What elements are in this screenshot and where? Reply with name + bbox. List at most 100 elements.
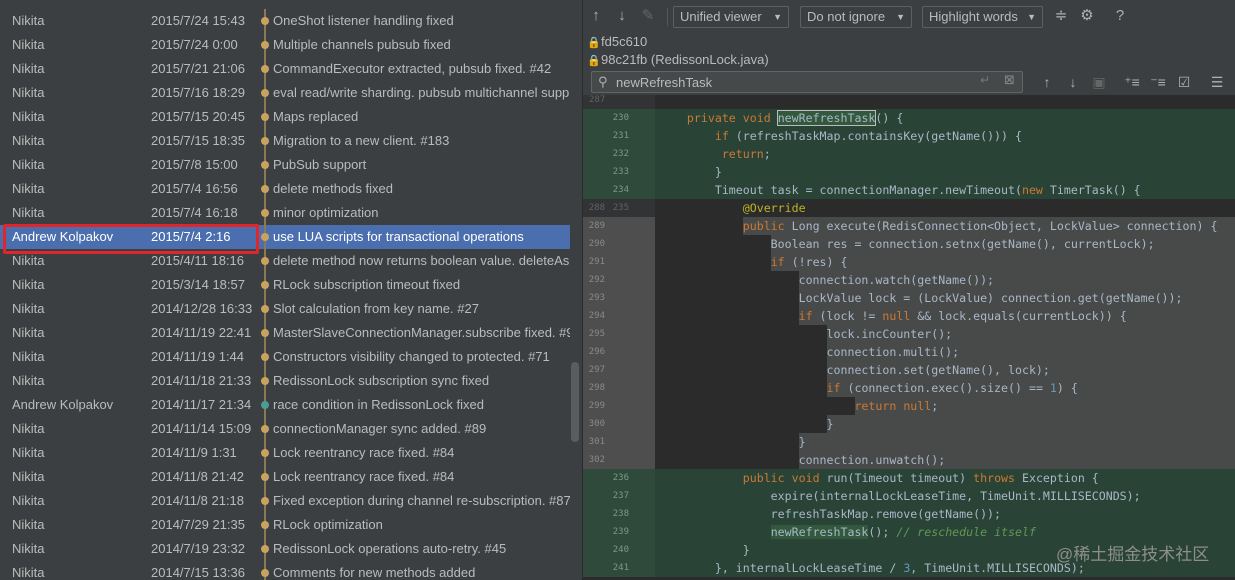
commit-row[interactable]: Nikita 2014/12/28 16:33 Slot calculation f… [0,297,570,321]
line-number-gutter: 236 [583,469,655,487]
code-line[interactable]: 297 connection.set(getName(), lock); [583,361,1235,379]
commit-date: 2014/11/19 1:44 [151,349,245,364]
commit-row[interactable]: Nikita 2015/4/11 18:16 delete method now r… [0,249,570,273]
commit-row[interactable]: Nikita 2014/11/19 22:41 MasterSlaveConnect… [0,321,570,345]
code-line[interactable]: 301 } [583,433,1235,451]
code-line[interactable]: 232 return; [583,145,1235,163]
commit-row[interactable]: Nikita 2015/7/24 0:00 Multiple channels pu… [0,33,570,57]
commit-row[interactable]: Nikita 2014/11/8 21:18 Fixed exception dur… [0,489,570,513]
gear-icon[interactable]: ⚙ [1078,7,1096,25]
code-line[interactable]: 299 return null; [583,397,1235,415]
code-line[interactable]: 233 } [583,163,1235,181]
commit-row[interactable]: Nikita 2014/11/18 21:33 RedissonLock subsc… [0,369,570,393]
code-text: public void run(Timeout timeout) throws … [742,471,1099,485]
edit-pencil-icon[interactable]: ✎ [639,7,657,25]
commit-row[interactable]: Nikita 2015/7/16 18:29 eval read/write sha… [0,81,570,105]
code-line[interactable]: 295 lock.incCounter(); [583,325,1235,343]
code-text: lock.incCounter(); [659,327,953,341]
file-revision-right-label: 98c21fb (RedissonLock.java) [601,52,769,67]
file-revision-right[interactable]: 🔒98c21fb (RedissonLock.java) [587,51,769,69]
code-line[interactable]: 293 LockValue lock = (LockValue) connect… [583,289,1235,307]
commit-row[interactable]: Nikita 2014/7/19 23:32 RedissonLock operat… [0,537,570,561]
watermark: @稀土掘金技术社区 [1056,545,1210,564]
commit-author: Nikita [12,445,45,460]
commit-row[interactable]: Nikita 2015/3/14 18:57 RLock subscription … [0,273,570,297]
arrow-up-icon[interactable]: ↑ [587,7,605,25]
help-icon[interactable]: ? [1111,7,1129,25]
search-box[interactable]: ⚲ ↵ ⊠ [591,71,1023,93]
code-line[interactable]: 236 public void run(Timeout timeout) thr… [583,469,1235,487]
code-line[interactable]: 302 connection.unwatch(); [583,451,1235,469]
code-line[interactable]: 298 if (connection.exec().size() == 1) { [583,379,1235,397]
filter-settings-icon[interactable]: ☰ [1208,73,1226,91]
diff-editor[interactable]: 287 230 private void newRefreshTask() {2… [583,95,1235,580]
code-text: connection.set(getName(), lock); [659,363,1050,377]
file-revision-left[interactable]: 🔒fd5c610 [587,33,647,51]
code-line[interactable]: 300 } [583,415,1235,433]
select-all-occurrences-icon[interactable]: ▣ [1090,73,1108,91]
commit-row[interactable]: Nikita 2014/11/19 1:44 Constructors visibi… [0,345,570,369]
commit-row[interactable]: Nikita 2015/7/4 16:56 delete methods fixed [0,177,570,201]
commit-row[interactable]: Nikita 2015/7/15 20:45 Maps replaced [0,105,570,129]
commit-log-scrollbar-track[interactable] [570,0,582,580]
commit-subject: connectionManager sync added. #89 [273,421,487,436]
code-text: connection.watch(getName()); [659,273,995,287]
commit-author: Nikita [12,301,45,316]
code-text: connection.unwatch(); [659,453,946,467]
commit-row[interactable]: Andrew Kolpakov 2015/7/4 2:16 use LUA scri… [0,225,570,249]
commit-author: Andrew Kolpakov [12,397,114,412]
search-icon[interactable]: ⚲ [598,74,608,90]
line-number-gutter: 293 [583,289,655,307]
whitespace-dropdown[interactable]: Do not ignore ▼ [800,6,912,28]
commit-row[interactable]: Nikita 2014/11/9 1:31 Lock reentrancy race… [0,441,570,465]
commit-row[interactable]: Nikita 2014/7/15 13:36 Comments for new me… [0,561,570,580]
commit-row[interactable]: Nikita 2015/7/8 15:00 PubSub support [0,153,570,177]
chevron-down-icon: ▼ [773,12,782,22]
previous-occurrence-icon[interactable]: ↑ [1038,73,1056,91]
code-text: Timeout task = connectionManager.newTime… [659,183,1141,197]
search-input[interactable] [616,73,976,91]
collapse-unchanged-icon[interactable]: ≑ [1052,7,1070,25]
code-line[interactable]: 239 newRefreshTask(); // reschedule itse… [583,523,1235,541]
commit-row[interactable]: Nikita 2014/11/8 21:42 Lock reentrancy rac… [0,465,570,489]
commit-log-scrollbar-thumb[interactable] [571,362,579,442]
code-line[interactable]: 234 Timeout task = connectionManager.new… [583,181,1235,199]
code-line[interactable]: 294 if (lock != null && lock.equals(curr… [583,307,1235,325]
code-line[interactable]: 231 if (refreshTaskMap.containsKey(getNa… [583,127,1235,145]
arrow-down-icon[interactable]: ↓ [613,7,631,25]
commit-subject: delete method now returns boolean value.… [273,253,570,268]
commit-subject: Lock reentrancy race fixed. #84 [273,445,455,460]
commit-row[interactable]: Nikita 2014/11/14 15:09 connectionManager … [0,417,570,441]
add-occurrence-icon[interactable]: ⁺≡ [1123,73,1141,91]
toggle-filter-icon[interactable]: ☑ [1175,73,1193,91]
commit-row[interactable]: Nikita 2014/7/29 21:35 RLock optimization [0,513,570,537]
commit-row[interactable]: Nikita 2015/7/4 16:18 minor optimization [0,201,570,225]
remove-occurrence-icon[interactable]: ⁻≡ [1149,73,1167,91]
code-line[interactable]: 291 if (!res) { [583,253,1235,271]
viewer-mode-dropdown[interactable]: Unified viewer ▼ [673,6,789,28]
code-line[interactable]: 237 expire(internalLockLeaseTime, TimeUn… [583,487,1235,505]
code-line[interactable]: 238 refreshTaskMap.remove(getName()); [583,505,1235,523]
close-icon[interactable]: ⊠ [1004,72,1015,88]
code-line[interactable]: 296 connection.multi(); [583,343,1235,361]
commit-date: 2015/7/24 15:43 [151,13,245,28]
commit-graph-node [259,153,273,177]
code-text: if (!res) { [770,255,848,269]
commit-row[interactable]: Nikita 2015/7/21 21:06 CommandExecutor ext… [0,57,570,81]
commit-graph-node [259,489,273,513]
commit-date: 2014/11/14 15:09 [151,421,252,436]
new-line-icon[interactable]: ↵ [980,73,990,87]
code-text: } [659,543,750,557]
code-line[interactable]: 289 public Long execute(RedisConnection<… [583,217,1235,235]
code-line[interactable]: 230 private void newRefreshTask() { [583,109,1235,127]
commit-row[interactable]: Nikita 2015/7/15 18:35 Migration to a new … [0,129,570,153]
commit-row[interactable]: Nikita 2015/7/24 15:43 OneShot listener ha… [0,9,570,33]
next-occurrence-icon[interactable]: ↓ [1064,73,1082,91]
chevron-down-icon: ▼ [896,12,905,22]
code-line[interactable]: 290 Boolean res = connection.setnx(getNa… [583,235,1235,253]
code-line[interactable]: 288 235 @Override [583,199,1235,217]
code-line[interactable]: 292 connection.watch(getName()); [583,271,1235,289]
diff-toolbar: ↑ ↓ ✎ Unified viewer ▼ Do not ignore ▼ H… [583,0,1235,33]
commit-row[interactable]: Andrew Kolpakov 2014/11/17 21:34 race cond… [0,393,570,417]
highlight-dropdown[interactable]: Highlight words ▼ [922,6,1043,28]
